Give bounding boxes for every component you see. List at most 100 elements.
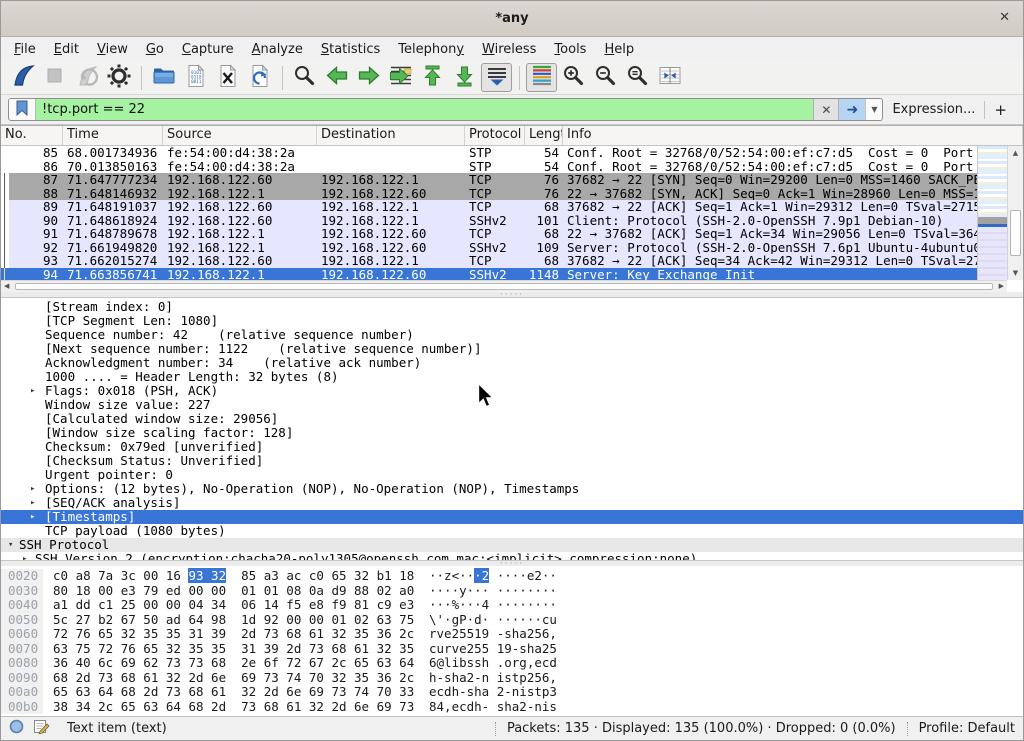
expert-info-button[interactable] [9, 719, 24, 738]
menu-capture[interactable]: Capture [173, 39, 243, 60]
window-close-button[interactable]: ✕ [999, 10, 1010, 25]
packet-row[interactable]: 8971.648191037192.168.122.60192.168.122.… [1, 200, 977, 214]
packet-row[interactable]: 8670.013850163fe:54:00:d4:38:2aSTP54Conf… [1, 160, 977, 174]
reload-file-button[interactable] [244, 63, 275, 92]
hex-ascii[interactable]: ···%···4 ········ [415, 598, 557, 613]
hex-row[interactable]: 00505c 27 b2 67 50 ad 64 98 1d 92 00 00 … [1, 613, 1023, 628]
menu-telephony[interactable]: Telephony [389, 39, 473, 60]
packet-row[interactable]: 9271.661949820192.168.122.1192.168.122.6… [1, 241, 977, 255]
hex-ascii[interactable]: 84,ecdh- sha2-nis [415, 700, 557, 715]
hex-ascii[interactable]: 6@libssh .org,ecd [415, 656, 557, 671]
detail-line[interactable]: Window size value: 227 [1, 398, 1023, 412]
stop-capture-button[interactable] [39, 63, 70, 92]
menu-statistics[interactable]: Statistics [312, 39, 389, 60]
go-forward-button[interactable] [353, 63, 384, 92]
go-back-button[interactable] [321, 63, 352, 92]
column-header-length[interactable]: Length [525, 126, 563, 145]
detail-line[interactable]: ▸Flags: 0x018 (PSH, ACK) [1, 384, 1023, 398]
hex-row[interactable]: 009068 2d 73 68 61 32 2d 6e 69 73 74 70 … [1, 671, 1023, 686]
detail-line[interactable]: [TCP Segment Len: 1080] [1, 314, 1023, 328]
expand-arrow-icon[interactable]: ▸ [30, 496, 35, 510]
expand-arrow-icon[interactable]: ▸ [22, 552, 27, 561]
menu-wireless[interactable]: Wireless [473, 39, 545, 60]
scroll-left-icon[interactable]: ◀ [4, 282, 9, 290]
detail-line[interactable]: ▸Options: (12 bytes), No-Operation (NOP)… [1, 482, 1023, 496]
hex-ascii[interactable]: rve25519 -sha256, [415, 627, 557, 642]
open-file-button[interactable] [148, 63, 179, 92]
pane-splitter-bottom[interactable]: ····· [1, 561, 1023, 566]
detail-line[interactable]: [Next sequence number: 1122 (relative se… [1, 342, 1023, 356]
column-header-info[interactable]: Info [563, 126, 1023, 145]
detail-line[interactable]: ▾SSH Protocol [1, 538, 1023, 552]
zoom-in-button[interactable] [558, 63, 589, 92]
go-to-packet-button[interactable] [385, 63, 416, 92]
title-bar[interactable]: *any ✕ [1, 1, 1023, 37]
filter-bookmark-button[interactable] [9, 99, 36, 120]
detail-line[interactable]: Checksum: 0x79ed [unverified] [1, 440, 1023, 454]
packet-row[interactable]: 9371.662015274192.168.122.60192.168.122.… [1, 254, 977, 268]
hex-row[interactable]: 008036 40 6c 69 62 73 73 68 2e 6f 72 67 … [1, 656, 1023, 671]
filter-clear-button[interactable]: ✕ [813, 99, 838, 120]
menu-view[interactable]: View [88, 39, 137, 60]
hex-ascii[interactable]: \'·gP·d· ······cu [415, 613, 557, 628]
hex-bytes[interactable]: 72 76 65 32 35 35 31 39 2d 73 68 61 32 3… [43, 627, 415, 642]
hex-bytes[interactable]: 36 40 6c 69 62 73 73 68 2e 6f 72 67 2c 6… [43, 656, 415, 671]
packet-row[interactable]: 8771.647777234192.168.122.60192.168.122.… [1, 173, 977, 187]
packet-row[interactable]: 8871.648146932192.168.122.1192.168.122.6… [1, 187, 977, 201]
column-header-time[interactable]: Time [63, 126, 163, 145]
restart-capture-button[interactable] [71, 63, 102, 92]
scroll-right-icon[interactable]: ▶ [999, 282, 1004, 290]
scroll-down-icon[interactable]: ▼ [1008, 269, 1023, 277]
capture-options-button[interactable] [103, 63, 134, 92]
menu-go[interactable]: Go [137, 39, 173, 60]
hex-ascii[interactable]: h-sha2-n istp256, [415, 671, 557, 686]
detail-line[interactable]: [Window size scaling factor: 128] [1, 426, 1023, 440]
hex-row[interactable]: 00a065 63 64 68 2d 73 68 61 32 2d 6e 69 … [1, 685, 1023, 700]
filter-add-button[interactable]: + [985, 101, 1016, 119]
hex-row[interactable]: 007063 75 72 76 65 32 35 35 31 39 2d 73 … [1, 642, 1023, 657]
menu-help[interactable]: Help [595, 39, 643, 60]
detail-line[interactable]: [Checksum Status: Unverified] [1, 454, 1023, 468]
detail-line[interactable]: [Stream index: 0] [1, 300, 1023, 314]
scroll-up-icon[interactable]: ▲ [1008, 149, 1023, 157]
save-file-button[interactable]: 010101100011 [180, 63, 211, 92]
hex-bytes[interactable]: a1 dd c1 25 00 00 04 34 06 14 f5 e8 f9 8… [43, 598, 415, 613]
hex-bytes[interactable]: 80 18 00 e3 79 ed 00 00 01 01 08 0a d9 8… [43, 584, 415, 599]
menu-edit[interactable]: Edit [45, 39, 88, 60]
hex-ascii[interactable]: ecdh-sha 2-nistp3 [415, 685, 557, 700]
vertical-scrollbar-thumb[interactable] [1010, 210, 1021, 256]
hex-row[interactable]: 0040a1 dd c1 25 00 00 04 34 06 14 f5 e8 … [1, 598, 1023, 613]
hex-ascii[interactable]: ··z<···2 ····e2·· [415, 569, 557, 584]
zoom-reset-button[interactable] [622, 63, 653, 92]
detail-line[interactable]: ▸[SEQ/ACK analysis] [1, 496, 1023, 510]
hex-bytes[interactable]: 68 2d 73 68 61 32 2d 6e 69 73 74 70 32 3… [43, 671, 415, 686]
hex-ascii[interactable]: curve255 19-sha25 [415, 642, 557, 657]
display-filter-input[interactable] [36, 99, 813, 120]
menu-analyze[interactable]: Analyze [243, 39, 312, 60]
menu-tools[interactable]: Tools [545, 39, 595, 60]
hex-bytes[interactable]: c0 a8 7a 3c 00 16 93 32 85 a3 ac c0 65 3… [43, 569, 415, 584]
detail-line[interactable]: ▸[Timestamps] [1, 510, 1023, 524]
go-bottom-button[interactable] [449, 63, 480, 92]
hex-row[interactable]: 006072 76 65 32 35 35 31 39 2d 73 68 61 … [1, 627, 1023, 642]
capture-comment-button[interactable] [33, 718, 50, 739]
hex-row[interactable]: 003080 18 00 e3 79 ed 00 00 01 01 08 0a … [1, 584, 1023, 599]
find-packet-button[interactable] [289, 63, 320, 92]
detail-line[interactable]: TCP payload (1080 bytes) [1, 524, 1023, 538]
status-profile[interactable]: Profile: Default [919, 721, 1015, 736]
hex-ascii[interactable]: ····y··· ········ [415, 584, 557, 599]
horizontal-scrollbar-thumb[interactable] [15, 283, 993, 290]
hex-bytes[interactable]: 65 63 64 68 2d 73 68 61 32 2d 6e 69 73 7… [43, 685, 415, 700]
packet-row[interactable]: 9471.663856741192.168.122.1192.168.122.6… [1, 268, 977, 281]
hex-bytes[interactable]: 5c 27 b2 67 50 ad 64 98 1d 92 00 00 01 0… [43, 613, 415, 628]
close-file-button[interactable] [212, 63, 243, 92]
expand-arrow-icon[interactable]: ▸ [30, 384, 35, 398]
menu-file[interactable]: File [5, 39, 45, 60]
detail-line[interactable]: Acknowledgment number: 34 (relative ack … [1, 356, 1023, 370]
zoom-out-button[interactable] [590, 63, 621, 92]
column-header-destination[interactable]: Destination [317, 126, 465, 145]
resize-columns-button[interactable] [654, 63, 685, 92]
hex-row[interactable]: 0020c0 a8 7a 3c 00 16 93 32 85 a3 ac c0 … [1, 569, 1023, 584]
column-header-no[interactable]: No. [1, 126, 63, 145]
expression-button[interactable]: Expression... [883, 102, 984, 117]
